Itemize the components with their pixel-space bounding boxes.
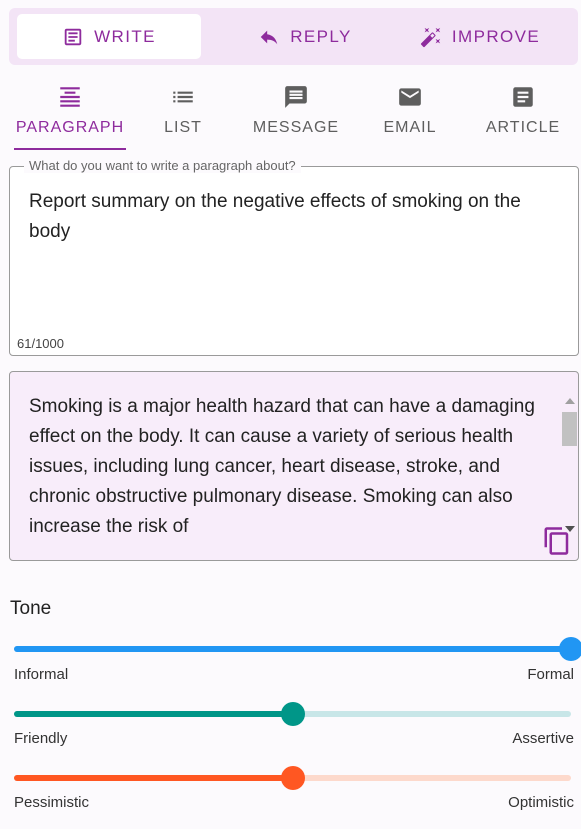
prompt-label: What do you want to write a paragraph ab… [24, 158, 301, 173]
assertiveness-slider[interactable] [14, 702, 571, 726]
tab-email[interactable]: EMAIL [374, 84, 446, 150]
prompt-textarea[interactable]: What do you want to write a paragraph ab… [9, 158, 579, 356]
output-text: Smoking is a major health hazard that ca… [29, 396, 535, 537]
generated-output: Smoking is a major health hazard that ca… [9, 371, 579, 561]
message-icon [285, 86, 307, 108]
tab-paragraph-label: PARAGRAPH [15, 119, 125, 136]
article-icon [513, 87, 533, 107]
active-tab-indicator [14, 148, 126, 150]
assertiveness-min-label: Friendly [14, 730, 68, 747]
tab-list[interactable]: LIST [148, 84, 218, 150]
copy-icon [544, 527, 569, 555]
mode-switcher: WRITE REPLY IMPROVE [9, 8, 578, 65]
character-counter: 61/1000 [17, 336, 64, 351]
email-icon [399, 88, 421, 106]
scroll-thumb[interactable] [562, 412, 577, 446]
tone-heading: Tone [10, 598, 52, 619]
improve-tab-button[interactable]: IMPROVE [387, 14, 573, 59]
reply-icon [261, 30, 278, 44]
slider-thumb[interactable] [280, 702, 305, 726]
tab-message[interactable]: MESSAGE [250, 84, 342, 150]
assertiveness-max-label: Assertive [512, 730, 574, 747]
tab-message-label: MESSAGE [252, 119, 340, 136]
output-scrollbar[interactable] [561, 394, 577, 534]
reply-tab-label: REPLY [290, 26, 352, 46]
tab-paragraph[interactable]: PARAGRAPH [14, 84, 126, 150]
optimism-min-label: Pessimistic [14, 794, 90, 811]
scroll-up-arrow-icon[interactable] [565, 398, 575, 404]
reply-tab-button[interactable]: REPLY [213, 14, 397, 59]
formality-slider[interactable] [14, 637, 581, 661]
copy-button[interactable] [542, 526, 572, 556]
tab-article[interactable]: ARTICLE [478, 84, 568, 150]
slider-thumb[interactable] [280, 766, 305, 790]
magic-wand-icon [420, 27, 441, 47]
paragraph-icon [60, 87, 80, 107]
optimism-max-label: Optimistic [508, 794, 574, 811]
improve-tab-label: IMPROVE [451, 26, 541, 46]
tab-article-label: ARTICLE [485, 119, 561, 136]
tab-email-label: EMAIL [383, 119, 437, 136]
slider-track [14, 775, 293, 781]
tab-list-label: LIST [164, 119, 202, 136]
note-icon [64, 28, 82, 45]
write-tab-button[interactable]: WRITE [17, 14, 201, 59]
formality-min-label: Informal [14, 666, 69, 683]
list-icon [173, 91, 193, 103]
slider-track [14, 711, 293, 717]
slider-track [14, 646, 571, 652]
slider-thumb[interactable] [559, 637, 581, 661]
prompt-value[interactable]: Report summary on the negative effects o… [29, 187, 549, 247]
formality-max-label: Formal [527, 666, 574, 683]
write-tab-label: WRITE [94, 26, 156, 46]
optimism-slider[interactable] [14, 766, 571, 790]
